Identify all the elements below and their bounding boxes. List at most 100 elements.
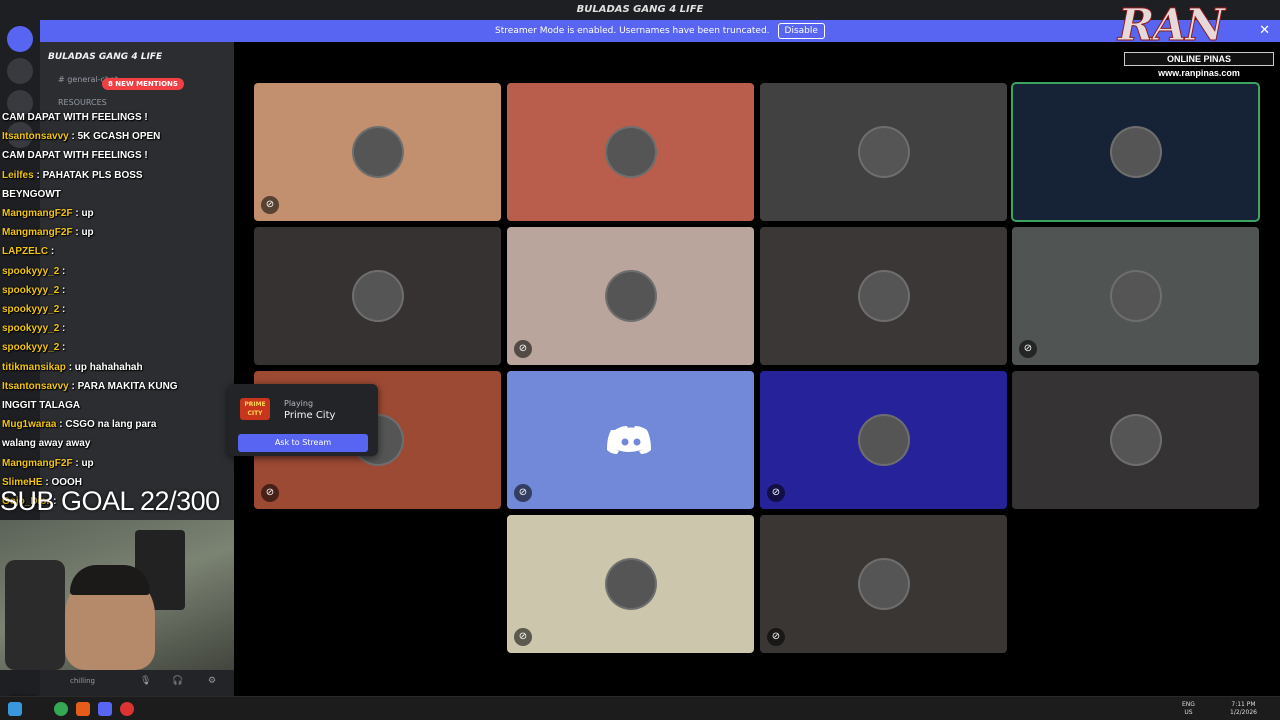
participant-tile[interactable]: ⊘ [760,515,1007,653]
participant-tile[interactable]: ⊘ [254,83,501,221]
chat-text: BEYNGOWT [2,188,61,200]
chat-text: : CSGO na lang para [59,419,157,431]
chat-text: : [62,304,66,315]
chrome-icon[interactable] [54,702,68,716]
server-name[interactable]: BULADAS GANG 4 LIFE [40,42,234,72]
participant-tile[interactable] [760,227,1007,365]
streamer-hair [70,565,150,595]
participant-avatar [351,270,404,322]
chat-text: : 5K GCASH OPEN [71,131,161,143]
participant-tile[interactable]: ⊘ [507,371,754,509]
chat-message: MangmangF2F : up [2,458,94,469]
chat-text: : [62,265,66,277]
chat-message: spookyyy_2 : [2,304,65,315]
chat-text: : [62,342,66,354]
clock[interactable]: 7:11 PM 1/2/2026 [1230,701,1257,717]
chat-username: Leilfes [2,169,34,181]
game-logo-icon: PRIME CITY [240,398,270,420]
chat-username: titikmansikap [2,361,66,373]
chat-message: titikmansikap : up hahahahah [2,362,143,373]
chat-text: : up [75,457,94,469]
logo-brand: RAN [1118,0,1226,52]
windows-start-icon[interactable] [8,702,22,716]
new-mentions-badge[interactable]: 8 NEW MENTIONS [102,78,184,90]
participant-tile[interactable]: ⊘ [1012,227,1259,365]
participant-avatar [857,558,910,610]
settings-gear-icon[interactable]: ⚙ [208,676,216,686]
chat-text: : up hahahahah [68,361,143,373]
chat-message: BEYNGOWT [2,189,61,200]
headphones-icon[interactable]: 🎧 [172,676,183,686]
chat-text: INGGIT TALAGA [2,400,81,411]
streamer-mode-banner: Streamer Mode is enabled. Usernames have… [40,20,1280,42]
chat-text: CAM DAPAT WITH FEELINGS ! [2,150,148,162]
chat-message: Itsantonsavvy : 5K GCASH OPEN [2,131,160,142]
window-titlebar: BULADAS GANG 4 LIFE [0,0,1280,20]
mic-icon[interactable]: 🎙 [140,676,151,686]
chat-username: spookyyy_2 [2,304,60,315]
server-icon[interactable] [7,58,33,84]
participant-avatar [1109,126,1162,178]
chat-overlay: CAM DAPAT WITH FEELINGS ! Itsantonsavvy :… [0,112,234,522]
lang-code: ENG [1182,701,1195,708]
chat-username: Itsantonsavvy [2,131,69,143]
participant-avatar [857,126,910,178]
logo-tagline: ONLINE PINAS [1124,52,1274,66]
muted-mic-icon: ⊘ [1019,340,1037,358]
chat-username: Mug1waraa [2,419,57,431]
chat-message: MangmangF2F : up [2,227,94,238]
participant-avatar [1109,270,1162,322]
chat-username: spookyyy_2 [2,265,60,277]
chat-username: MangmangF2F [2,227,73,239]
chat-message: CAM DAPAT WITH FEELINGS ! [2,112,148,123]
discord-logo-icon [605,414,657,466]
chat-text: : up [75,227,94,239]
chat-message: walang away away [2,438,90,449]
chat-text: : [50,246,55,258]
participant-avatar [857,270,910,322]
chat-message: Leilfes : PAHATAK PLS BOSS [2,170,143,181]
logo-url: www.ranpinas.com [1158,68,1240,78]
participant-tile[interactable] [1011,82,1260,222]
muted-mic-icon: ⊘ [261,484,279,502]
discord-home-icon[interactable] [7,26,33,52]
chat-username: MangmangF2F [2,208,73,219]
sub-goal-counter: SUB GOAL 22/300 [0,486,220,516]
clock-date: 1/2/2026 [1230,709,1257,716]
chat-message: spookyyy_2 : [2,285,65,296]
participant-tile[interactable] [760,83,1007,221]
chat-message: CAM DAPAT WITH FEELINGS ! [2,150,148,161]
playing-label: Playing [284,399,314,408]
taskbar: ENG US 7:11 PM 1/2/2026 [0,696,1280,720]
chat-username: spookyyy_2 [2,284,60,296]
ask-to-stream-button[interactable]: Ask to Stream [238,434,368,452]
chat-message: Itsantonsavvy : PARA MAKITA KUNG [2,381,178,392]
participant-tile[interactable] [254,227,501,365]
participant-tile[interactable]: ⊘ [507,515,754,653]
disable-button[interactable]: Disable [777,23,825,39]
chat-text: : [62,323,66,335]
participant-tile[interactable]: ⊘ [760,371,1007,509]
participant-tile[interactable] [1012,371,1259,509]
game-name: Prime City [284,410,336,421]
chat-message: MangmangF2F : up [2,208,94,219]
language-indicator[interactable]: ENG US [1182,701,1195,717]
app-icon[interactable] [76,702,90,716]
participant-avatar [351,126,404,178]
participant-tile[interactable] [507,83,754,221]
user-status: chilling [70,677,95,685]
chat-message: INGGIT TALAGA [2,400,80,411]
chat-text: : PARA MAKITA KUNG [71,380,178,392]
chat-message: Mug1waraa : CSGO na lang para [2,419,157,430]
category-resources[interactable]: RESOURCES [40,95,234,110]
chat-text: : up [75,208,94,219]
region-code: US [1184,709,1193,716]
participant-avatar [1109,414,1162,466]
chat-message: LAPZELC : [2,246,54,257]
app-icon[interactable] [120,702,134,716]
discord-taskbar-icon[interactable] [98,702,112,716]
chat-message: spookyyy_2 : [2,266,65,277]
chat-username: LAPZELC [2,246,49,258]
muted-mic-icon: ⊘ [514,340,532,358]
participant-tile[interactable]: ⊘ [507,227,754,365]
